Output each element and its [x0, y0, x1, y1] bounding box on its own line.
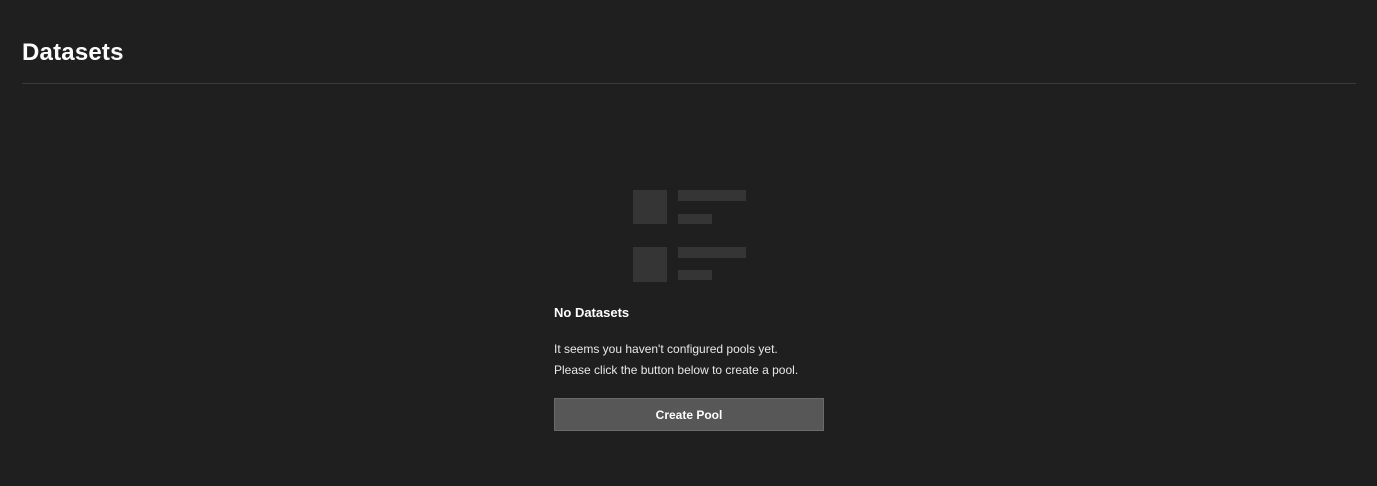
- placeholder-line-long-2: [678, 247, 746, 258]
- page-title: Datasets: [22, 39, 124, 66]
- placeholder-line-long-1: [678, 190, 746, 201]
- list-placeholder-icon: [633, 190, 746, 282]
- placeholder-line-short-1: [678, 214, 712, 224]
- empty-state-message: It seems you haven't configured pools ye…: [554, 339, 824, 381]
- empty-state-message-line-2: Please click the button below to create …: [554, 363, 799, 377]
- empty-state-message-line-1: It seems you haven't configured pools ye…: [554, 342, 778, 356]
- create-pool-button[interactable]: Create Pool: [554, 398, 824, 431]
- page-header: Datasets: [22, 36, 1356, 84]
- empty-state: No Datasets It seems you haven't configu…: [554, 304, 824, 431]
- empty-state-title: No Datasets: [554, 305, 630, 320]
- datasets-page: Datasets No Datasets It seems you haven'…: [0, 0, 1377, 486]
- placeholder-square-1: [633, 190, 667, 224]
- placeholder-square-2: [633, 247, 667, 282]
- placeholder-line-short-2: [678, 270, 712, 280]
